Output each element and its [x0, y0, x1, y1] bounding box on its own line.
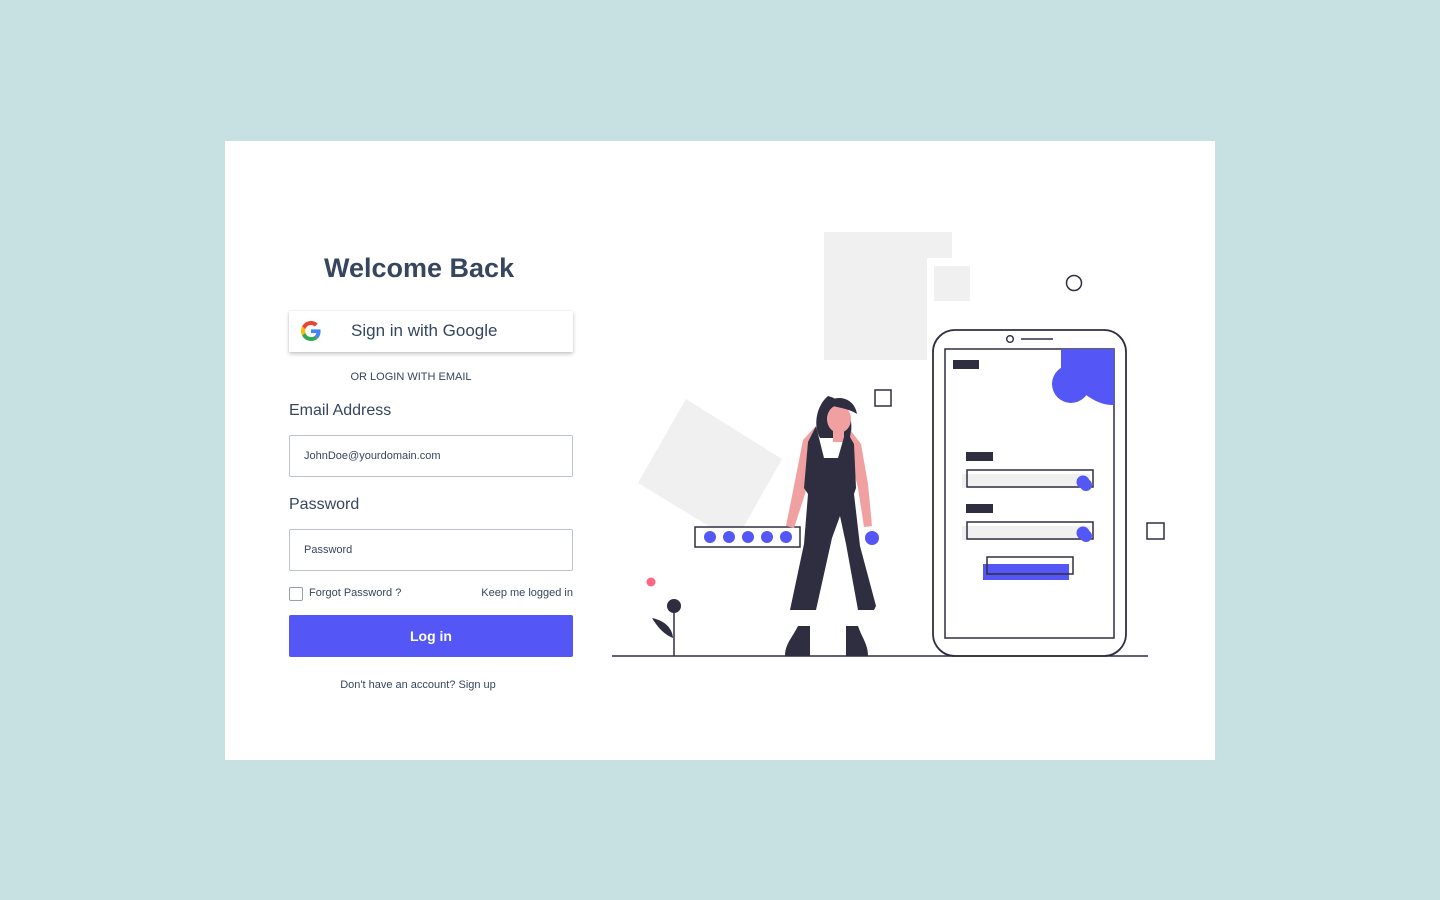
login-card: Welcome Back Sign in with Google OR LOGI…: [225, 141, 1215, 760]
divider-text: OR LOGIN WITH EMAIL: [350, 371, 472, 383]
google-icon: [301, 321, 321, 341]
email-input[interactable]: [289, 435, 573, 477]
forgot-password-link[interactable]: Forgot Password ?: [309, 587, 401, 599]
remember-checkbox[interactable]: [289, 587, 303, 601]
woman-figure: [785, 396, 879, 656]
password-dots-graphic: [694, 526, 801, 548]
google-signin-button[interactable]: Sign in with Google: [289, 311, 573, 352]
password-label: Password: [289, 496, 360, 513]
pink-dot: [646, 577, 656, 587]
login-illustration: [612, 232, 1165, 657]
email-label: Email Address: [289, 402, 392, 419]
page-title: Welcome Back: [324, 253, 515, 283]
signup-link[interactable]: Don't have an account? Sign up: [289, 679, 547, 691]
google-signin-label: Sign in with Google: [351, 321, 498, 340]
keep-logged-in-label[interactable]: Keep me logged in: [481, 587, 573, 599]
password-input[interactable]: [289, 529, 573, 571]
square-outline-icon: [1146, 522, 1165, 540]
plant-graphic: [652, 599, 681, 656]
square-outline-icon: [874, 389, 892, 407]
circle-outline-icon: [1065, 274, 1083, 292]
phone-graphic: [932, 329, 1127, 657]
options-row: Forgot Password ? Keep me logged in: [289, 586, 573, 602]
login-button[interactable]: Log in: [289, 615, 573, 657]
